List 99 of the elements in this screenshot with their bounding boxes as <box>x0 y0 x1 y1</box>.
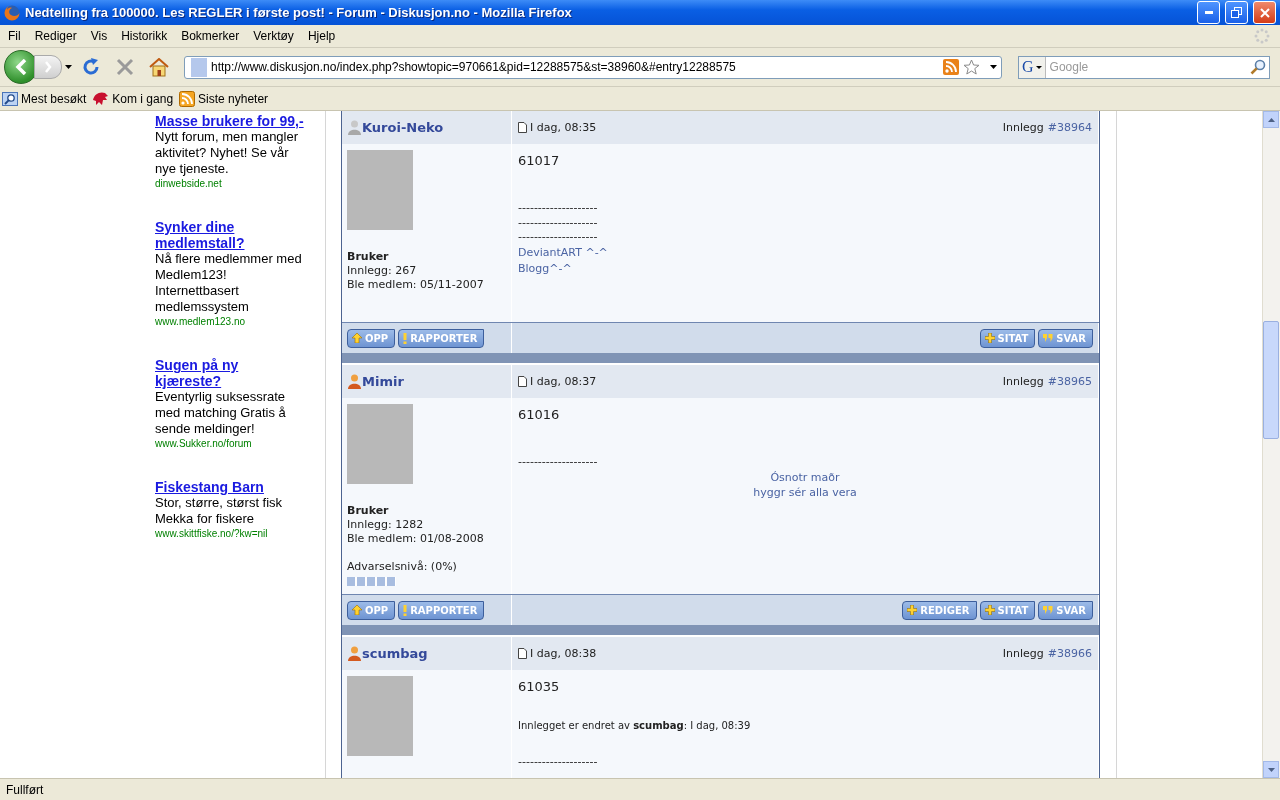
rss-folder-icon <box>179 90 196 107</box>
ad-text: Stor, større, størst fisk Mekka for fiskere <box>155 495 284 527</box>
author-name[interactable]: Mimir <box>348 374 404 389</box>
loading-spinner-icon <box>1254 28 1270 44</box>
restore-icon <box>1231 7 1242 18</box>
post-text: 61017 <box>518 153 561 169</box>
ad-title-link[interactable]: Synker dine medlemstall? <box>155 219 305 251</box>
member-group: Bruker <box>347 250 506 264</box>
scrollbar[interactable] <box>1262 111 1280 778</box>
entry-number-link[interactable]: #38965 <box>1047 375 1092 388</box>
document-icon <box>518 122 527 133</box>
entry-label: Innlegg <box>1002 375 1044 388</box>
signature-divider: -------------------- <box>518 755 599 770</box>
menu-item[interactable]: Verktøy <box>249 29 300 43</box>
entry-label: Innlegg <box>1002 121 1044 134</box>
ad-title-link[interactable]: Masse brukere for 99,- <box>155 113 305 129</box>
ad-text: Nytt forum, men mangler aktivitet? Nyhet! Se vår nye tjeneste. <box>155 129 300 177</box>
dropdown-caret-icon <box>1035 65 1042 69</box>
post-date: I dag, 08:37 <box>518 375 597 388</box>
menu-item[interactable]: Historikk <box>117 29 174 43</box>
menu-item[interactable]: Vis <box>86 29 114 43</box>
history-dropdown-icon[interactable] <box>65 65 72 69</box>
home-icon <box>149 57 169 77</box>
star-icon[interactable] <box>963 59 980 75</box>
scroll-up-button[interactable] <box>1263 111 1279 128</box>
ad-text: Eventyrlig suksessrate med matching Gratis å sende meldinger! <box>155 389 287 437</box>
plus-icon <box>984 605 995 615</box>
exclamation-icon <box>403 604 408 616</box>
entry-number-link[interactable]: #38964 <box>1047 121 1092 134</box>
minimize-button[interactable] <box>1197 1 1220 24</box>
menu-item[interactable]: Hjelp <box>303 29 342 43</box>
up-arrow-icon <box>352 605 362 615</box>
signature-divider: -------------------- <box>518 215 599 230</box>
window-title: Nedtelling fra 100000. Les REGLER i første post! - Forum - Diskusjon.no - Mozilla Firefox <box>25 5 573 20</box>
document-icon <box>518 376 527 387</box>
minimize-icon <box>1204 11 1213 14</box>
ad-url: dinwebside.net <box>155 177 223 191</box>
ad-url: www.medlem123.no <box>155 315 247 329</box>
address-bar[interactable]: http://www.diskusjon.no/index.php?showtopic=970661&pid=12288575&st=38960&#entry12288575 <box>184 55 1002 79</box>
ad-url: www.Sukker.no/forum <box>155 437 253 451</box>
exclamation-icon <box>403 332 408 344</box>
close-button[interactable] <box>1253 1 1276 24</box>
post-count: Innlegg: 267 <box>347 264 418 278</box>
signature-text: hyggr sér alla vera <box>752 484 858 500</box>
scroll-thumb[interactable] <box>1263 321 1279 439</box>
join-date: Ble medlem: 05/11-2007 <box>347 278 485 292</box>
entry-number-link[interactable]: #38966 <box>1047 647 1092 660</box>
member-group: Bruker <box>347 504 506 518</box>
close-icon <box>1259 7 1270 18</box>
post-count: Innlegg: 1282 <box>347 518 425 532</box>
ad-title-link[interactable]: Sugen på ny kjæreste? <box>155 357 305 389</box>
status-text: Fullført <box>6 783 44 797</box>
entry-label: Innlegg <box>1002 647 1044 660</box>
post-text: 61035 <box>518 679 561 695</box>
signature-text: Ósnotr maðr <box>769 469 841 485</box>
bookmark-item[interactable]: Siste nyheter <box>179 90 269 107</box>
menu-item[interactable]: Rediger <box>30 29 83 43</box>
plus-icon <box>907 605 918 615</box>
stop-x-icon <box>116 58 134 76</box>
document-icon <box>518 648 527 659</box>
firefox-logo-icon <box>4 4 20 21</box>
signature-divider: -------------------- <box>518 455 599 470</box>
quote-marks-icon <box>1043 334 1054 342</box>
up-caret-icon <box>1267 117 1275 122</box>
folder-search-icon <box>2 90 18 107</box>
author-name[interactable]: Kuroi-Neko <box>348 120 444 135</box>
url-text: http://www.diskusjon.no/index.php?showtopic=970661&pid=12288575&st=38960&#entry12288575 <box>211 60 737 74</box>
quote-marks-icon <box>1043 606 1054 614</box>
ad-text: Nå flere medlemmer med Medlem123! Internettbasert medlemssystem <box>155 251 303 315</box>
post-text: 61016 <box>518 407 561 423</box>
post-date: I dag, 08:38 <box>518 647 597 660</box>
author-name[interactable]: scumbag <box>348 646 428 661</box>
reload-icon <box>81 57 101 77</box>
bookmark-item[interactable]: Mest besøkt <box>2 90 87 107</box>
signature-link[interactable]: Blogg^-^ <box>518 261 572 275</box>
creature-icon <box>92 91 110 106</box>
signature-divider: -------------------- <box>518 201 599 216</box>
ad-url: www.skittfiske.no/?kw=nil <box>155 527 269 541</box>
edit-note: Innlegget er endret av scumbag: I dag, 08:39 <box>518 719 752 733</box>
signature-divider: -------------------- <box>518 230 599 245</box>
bookmark-item[interactable]: Kom i gang <box>92 91 174 106</box>
search-engine-button[interactable]: G <box>1019 56 1046 78</box>
down-caret-icon <box>1267 767 1275 772</box>
search-icon[interactable] <box>1250 59 1266 75</box>
menu-item[interactable]: Fil <box>4 29 27 43</box>
rss-feed-icon[interactable] <box>943 59 959 75</box>
join-date: Ble medlem: 01/08-2008 <box>347 532 485 546</box>
menu-item[interactable]: Bokmerker <box>177 29 246 43</box>
signature-link[interactable]: DeviantART ^-^ <box>518 245 608 259</box>
up-arrow-icon <box>352 333 362 343</box>
scroll-down-button[interactable] <box>1263 761 1279 778</box>
url-dropdown-icon[interactable] <box>990 65 997 69</box>
site-icon <box>191 57 207 77</box>
post-date: I dag, 08:35 <box>518 121 597 134</box>
ad-title-link[interactable]: Fiskestang Barn <box>155 479 305 495</box>
search-field[interactable]: G Google <box>1018 55 1270 79</box>
restore-button[interactable] <box>1225 1 1248 24</box>
warning-level: Advarselsnivå: (0%) <box>347 560 458 574</box>
plus-icon <box>984 333 995 343</box>
